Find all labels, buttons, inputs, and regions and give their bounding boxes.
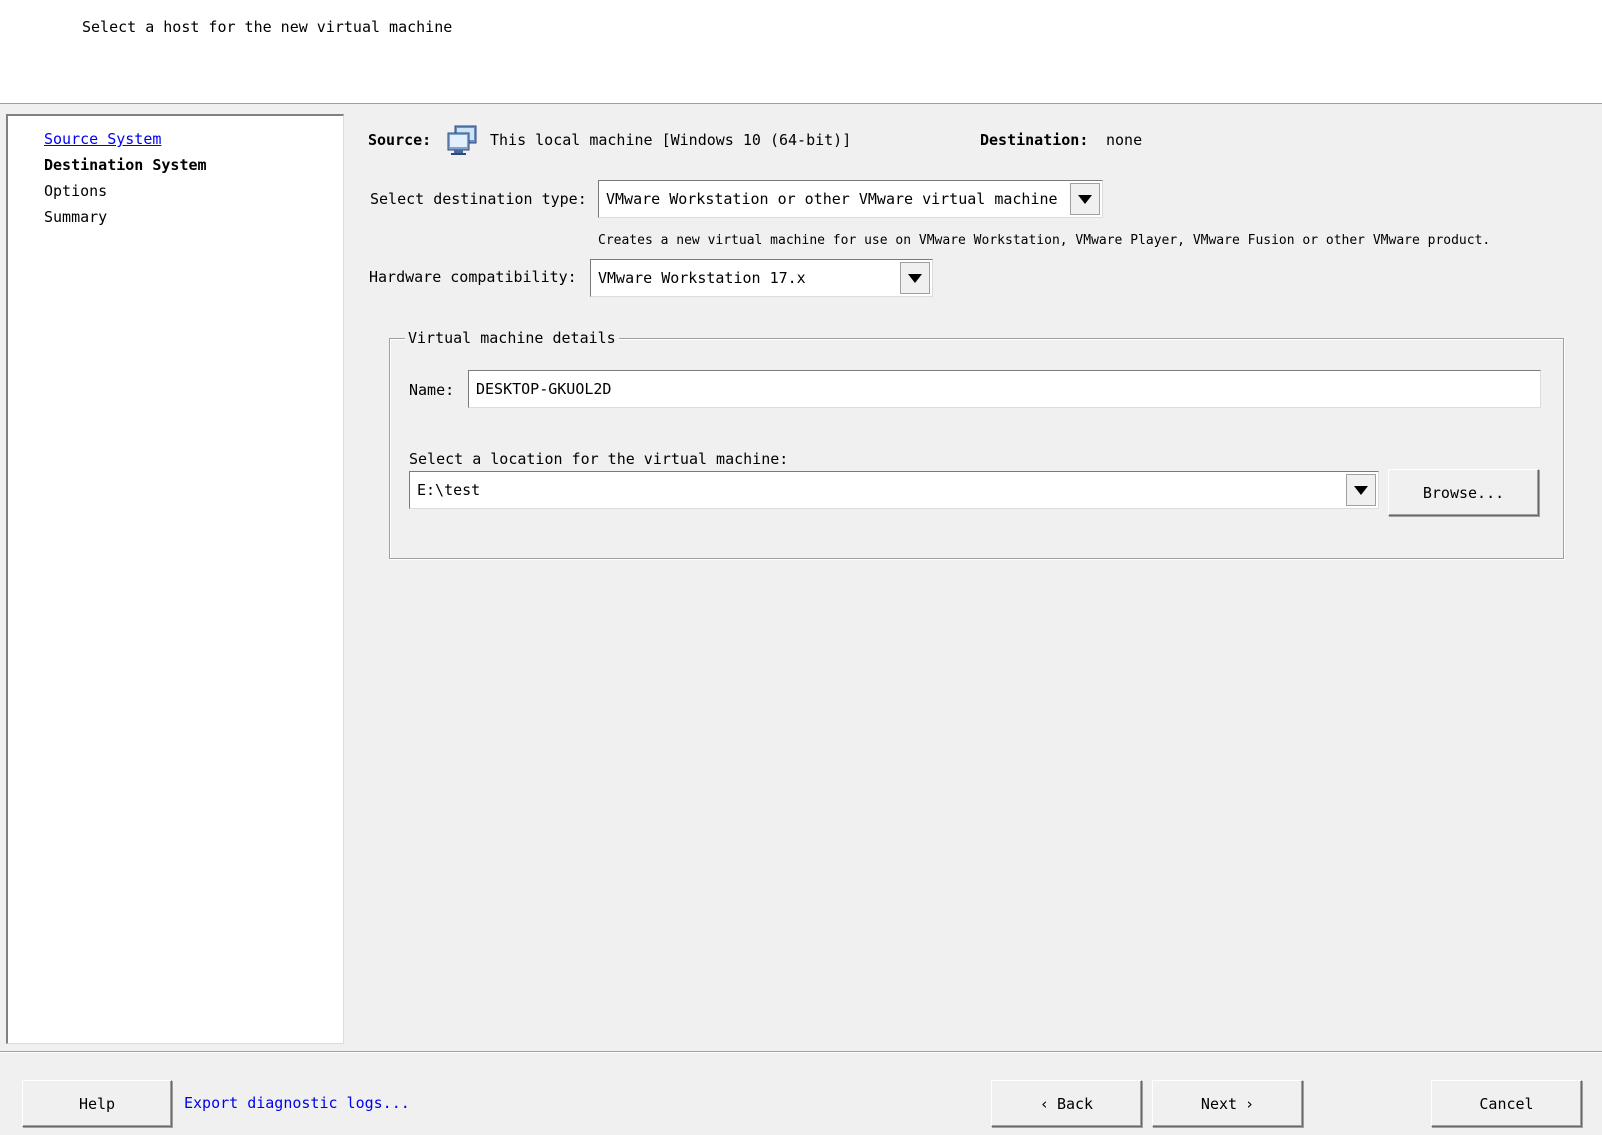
vm-location-value: E:\test xyxy=(417,481,481,499)
hardware-compatibility-selected: VMware Workstation 17.x xyxy=(598,269,806,287)
next-button[interactable]: Next › xyxy=(1152,1080,1303,1127)
cancel-button[interactable]: Cancel xyxy=(1431,1080,1582,1127)
vm-name-label: Name: xyxy=(409,381,455,399)
wizard-header: Select a host for the new virtual machin… xyxy=(0,0,1602,104)
destination-label: Destination: xyxy=(980,131,1089,149)
vm-location-label: Select a location for the virtual machin… xyxy=(409,450,789,468)
destination-type-selected: VMware Workstation or other VMware virtu… xyxy=(606,190,1058,208)
source-value: This local machine [Windows 10 (64-bit)] xyxy=(490,131,852,149)
vm-location-combo[interactable]: E:\test xyxy=(409,471,1379,509)
chevron-left-icon: ‹ xyxy=(1039,1094,1049,1113)
vm-name-input[interactable] xyxy=(468,370,1541,408)
wizard-steps-sidebar: Source System Destination System Options… xyxy=(6,114,344,1044)
hardware-compatibility-label: Hardware compatibility: xyxy=(369,268,577,286)
sidebar-item-source-system[interactable]: Source System xyxy=(44,130,161,148)
sidebar-item-options: Options xyxy=(44,182,108,200)
chevron-down-icon[interactable] xyxy=(900,262,930,294)
destination-type-description: Creates a new virtual machine for use on… xyxy=(598,233,1491,248)
destination-value: none xyxy=(1106,131,1143,149)
back-button[interactable]: ‹ Back xyxy=(991,1080,1142,1127)
vm-details-group-title: Virtual machine details xyxy=(405,329,619,347)
source-label: Source: xyxy=(368,131,432,149)
destination-type-label: Select destination type: xyxy=(370,190,587,208)
page-title: Select a host for the new virtual machin… xyxy=(82,18,453,36)
computer-icon xyxy=(446,124,478,156)
hardware-compatibility-select[interactable]: VMware Workstation 17.x xyxy=(590,259,933,297)
browse-button[interactable]: Browse... xyxy=(1388,469,1539,516)
help-button[interactable]: Help xyxy=(22,1080,172,1127)
destination-type-select[interactable]: VMware Workstation or other VMware virtu… xyxy=(598,180,1103,218)
back-button-label: Back xyxy=(1056,1094,1094,1113)
chevron-down-icon[interactable] xyxy=(1346,474,1376,506)
chevron-down-icon[interactable] xyxy=(1070,183,1100,215)
export-diagnostic-logs-link[interactable]: Export diagnostic logs... xyxy=(184,1094,410,1112)
footer-divider xyxy=(0,1051,1602,1052)
sidebar-item-summary: Summary xyxy=(44,208,108,226)
chevron-right-icon: › xyxy=(1245,1094,1255,1113)
sidebar-item-destination-system: Destination System xyxy=(44,156,207,174)
next-button-label: Next xyxy=(1200,1094,1238,1113)
